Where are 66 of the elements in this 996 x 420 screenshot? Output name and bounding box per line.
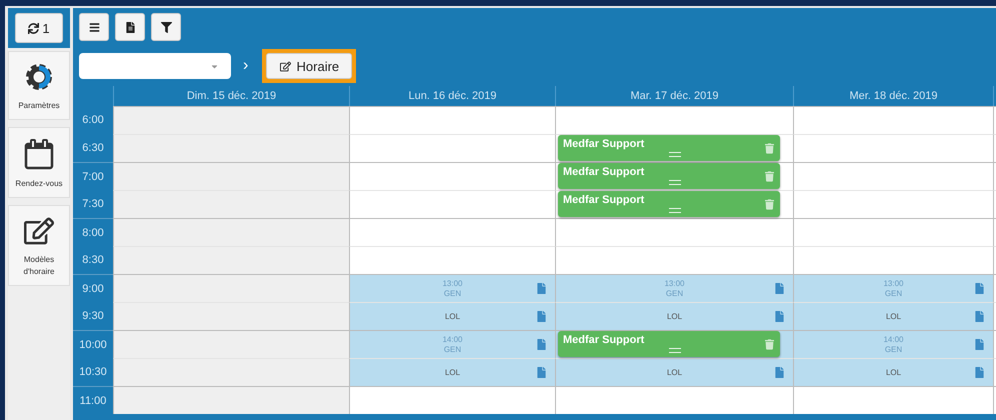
- document-icon[interactable]: [536, 311, 547, 322]
- sidebar-label: Modèles d'horaire: [22, 254, 56, 278]
- document-icon[interactable]: [974, 367, 985, 378]
- drag-handle-icon[interactable]: [669, 208, 681, 213]
- document-icon[interactable]: [536, 339, 547, 350]
- filter-button[interactable]: [151, 13, 181, 41]
- document-icon[interactable]: [974, 311, 985, 322]
- document-icon[interactable]: [536, 367, 547, 378]
- sidebar-label: Paramètres: [17, 100, 61, 112]
- sidebar-item[interactable]: Modèles d'horaire: [8, 204, 70, 286]
- trash-icon[interactable]: [765, 199, 774, 210]
- appointment-title: Medfar Support: [563, 194, 644, 206]
- slot-note: LOL: [666, 312, 682, 322]
- slot-note: LOL: [666, 368, 682, 378]
- slot-time: 13:00: [883, 278, 904, 288]
- trash-icon[interactable]: [765, 171, 774, 182]
- schedule-button[interactable]: Horaire: [266, 53, 352, 79]
- document-icon[interactable]: [536, 283, 547, 294]
- time-label: 6:30: [81, 141, 105, 156]
- trash-icon[interactable]: [765, 143, 774, 154]
- slot-code: GEN: [884, 288, 902, 298]
- calendar-icon: [24, 138, 54, 170]
- drag-handle-icon[interactable]: [669, 348, 681, 353]
- edit-icon: [24, 216, 54, 246]
- refresh-icon: [28, 22, 40, 34]
- time-label: 6:00: [81, 113, 105, 128]
- document-icon[interactable]: [974, 283, 985, 294]
- trash-icon[interactable]: [765, 339, 774, 350]
- next-arrow[interactable]: ›: [243, 57, 248, 75]
- gear-icon: [24, 62, 54, 92]
- slot-time: 13:00: [442, 278, 463, 288]
- slot-note: LOL: [444, 312, 460, 322]
- slot-time: 14:00: [442, 334, 463, 344]
- appointment-title: Medfar Support: [563, 334, 644, 346]
- slot-time: 13:00: [664, 278, 685, 288]
- time-label: 10:30: [78, 365, 108, 380]
- sidebar-label: Rendez-vous: [14, 178, 64, 190]
- filter-icon: [160, 22, 172, 32]
- time-label: 9:30: [81, 309, 105, 324]
- slot-code: GEN: [884, 344, 902, 354]
- menu-icon: [88, 22, 100, 32]
- document-icon[interactable]: [974, 339, 985, 350]
- document-icon: [124, 22, 136, 32]
- sidebar-item[interactable]: Paramètres: [8, 51, 70, 120]
- slot-time: 14:00: [883, 334, 904, 344]
- slot-note: LOL: [444, 368, 460, 378]
- drag-handle-icon[interactable]: [669, 152, 681, 157]
- slot-code: GEN: [444, 344, 462, 354]
- appointment-title: Medfar Support: [563, 138, 644, 150]
- drag-handle-icon[interactable]: [669, 180, 681, 185]
- slot-note: LOL: [886, 368, 902, 378]
- appointment-title: Medfar Support: [563, 166, 644, 178]
- document-icon[interactable]: [774, 367, 785, 378]
- time-label: 7:30: [81, 197, 105, 212]
- document-icon[interactable]: [774, 283, 785, 294]
- sidebar-item[interactable]: Rendez-vous: [8, 126, 70, 198]
- time-label: 8:30: [81, 253, 105, 268]
- slot-note: LOL: [886, 312, 902, 322]
- slot-code: GEN: [444, 288, 462, 298]
- document-button[interactable]: [115, 13, 145, 41]
- slot-code: GEN: [666, 288, 684, 298]
- document-icon[interactable]: [774, 311, 785, 322]
- edit-icon: [280, 60, 291, 72]
- select-field[interactable]: [79, 53, 231, 79]
- sync-button[interactable]: 1: [15, 13, 63, 43]
- menu-button[interactable]: [79, 13, 109, 41]
